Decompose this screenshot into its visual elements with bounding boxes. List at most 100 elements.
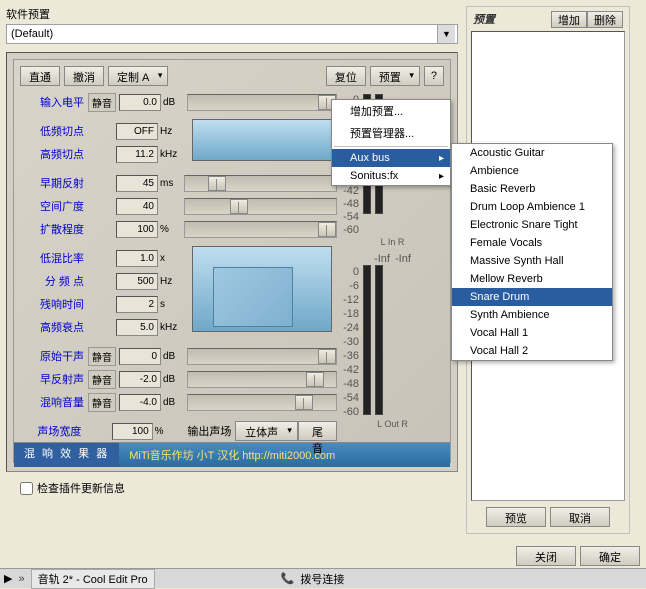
slider-10[interactable] [187, 348, 337, 365]
check-update-checkbox[interactable] [20, 482, 33, 495]
taskbar-app[interactable]: 音轨 2* - Cool Edit Pro [31, 569, 155, 589]
taskbar: ▶ » 音轨 2* - Cool Edit Pro 📞 拨号连接 [0, 568, 646, 588]
preset-menu: 增加预置... 预置管理器... Aux bus Sonitus:fx [331, 99, 451, 186]
setup-button[interactable]: 定制 A [108, 66, 168, 86]
dry-label: 原始干声 [20, 348, 84, 364]
slider-5[interactable] [184, 221, 337, 238]
submenu-item[interactable]: Basic Reverb [452, 180, 612, 198]
submenu-item[interactable]: Vocal Hall 1 [452, 324, 612, 342]
submenu-item[interactable]: Acoustic Guitar [452, 144, 612, 162]
submenu-item[interactable]: Vocal Hall 2 [452, 342, 612, 360]
check-update-label: 检查插件更新信息 [37, 480, 125, 496]
val-8[interactable]: 2 [116, 296, 158, 313]
val-0[interactable]: 0.0 [119, 94, 161, 111]
stwidth-label: 声场宽度 [20, 423, 81, 439]
unit-5: % [160, 224, 184, 235]
submenu-item[interactable]: Synth Ambience [452, 306, 612, 324]
submenu-item[interactable]: Female Vocals [452, 234, 612, 252]
preview-button[interactable]: 预览 [486, 507, 546, 527]
val-5[interactable]: 100 [116, 221, 158, 238]
bypass-button[interactable]: 直通 [20, 66, 60, 86]
input-level-label: 输入电平 [20, 94, 84, 110]
menu-sonitus[interactable]: Sonitus:fx [332, 167, 450, 185]
submenu-item[interactable]: Drum Loop Ambience 1 [452, 198, 612, 216]
preset-panel-title: 预置 [473, 11, 551, 27]
help-button[interactable]: ? [424, 66, 444, 86]
plugin-footer: 混 响 效 果 器 MiTi音乐作坊 小T 汉化 http://miti2000… [14, 442, 450, 467]
val-1[interactable]: OFF [116, 123, 158, 140]
close-button[interactable]: 关闭 [516, 546, 576, 566]
unit-0: dB [163, 97, 187, 108]
slider-0[interactable] [187, 94, 337, 111]
val-12[interactable]: -4.0 [119, 394, 161, 411]
reset-button[interactable]: 复位 [326, 66, 366, 86]
rev-label: 混响音量 [20, 394, 84, 410]
del-preset-button[interactable]: 删除 [587, 11, 623, 28]
unit-10: dB [163, 351, 187, 362]
decay-graph [192, 246, 332, 332]
submenu-item[interactable]: Snare Drum [452, 288, 612, 306]
menu-auxbus[interactable]: Aux bus [332, 149, 450, 167]
menu-add-preset[interactable]: 增加预置... [332, 100, 450, 122]
slider-3[interactable] [184, 175, 337, 192]
unit-11: dB [163, 374, 187, 385]
menu-preset-manager[interactable]: 预置管理器... [332, 122, 450, 144]
mute-button-11[interactable]: 静音 [88, 370, 116, 389]
unit-9: kHz [160, 322, 184, 333]
decay-label: 残响时间 [20, 296, 84, 312]
diff-label: 扩散程度 [20, 221, 84, 237]
er-label: 早反射声 [20, 371, 84, 387]
auxbus-submenu: Acoustic GuitarAmbienceBasic ReverbDrum … [451, 143, 613, 361]
unit-13: % [155, 426, 178, 437]
slider-4[interactable] [184, 198, 337, 215]
lowcut-label: 低频切点 [20, 123, 84, 139]
val-10[interactable]: 0 [119, 348, 161, 365]
soft-preset-label: 软件预置 [6, 6, 458, 22]
val-3[interactable]: 45 [116, 175, 158, 192]
xover-label: 分 频 点 [20, 273, 84, 289]
bass-label: 低混比率 [20, 250, 84, 266]
out-meter-L [363, 265, 371, 415]
damp-label: 高频衰点 [20, 319, 84, 335]
mute-button-0[interactable]: 静音 [88, 93, 116, 112]
slider-11[interactable] [187, 371, 337, 388]
cancel-button[interactable]: 取消 [550, 507, 610, 527]
out-meter-R [375, 265, 383, 415]
slider-12[interactable] [187, 394, 337, 411]
add-preset-button[interactable]: 增加 [551, 11, 587, 28]
ok-button[interactable]: 确定 [580, 546, 640, 566]
taskbar-dial[interactable]: 拨号连接 [300, 571, 344, 587]
width-label: 空间广度 [20, 198, 84, 214]
submenu-item[interactable]: Mellow Reverb [452, 270, 612, 288]
submenu-item[interactable]: Massive Synth Hall [452, 252, 612, 270]
preset-button[interactable]: 预置 [370, 66, 420, 86]
val-9[interactable]: 5.0 [116, 319, 158, 336]
unit-6: x [160, 253, 184, 264]
unit-8: s [160, 299, 184, 310]
undo-button[interactable]: 撤消 [64, 66, 104, 86]
eq-graph-1 [192, 119, 332, 161]
unit-1: Hz [160, 126, 184, 137]
val-7[interactable]: 500 [116, 273, 158, 290]
val-2[interactable]: 11.2 [116, 146, 158, 163]
val-4[interactable]: 40 [116, 198, 158, 215]
unit-7: Hz [160, 276, 184, 287]
unit-3: ms [160, 178, 184, 189]
unit-12: dB [163, 397, 187, 408]
early-label: 早期反射 [20, 175, 84, 191]
hicut-label: 高频切点 [20, 146, 84, 162]
val-11[interactable]: -2.0 [119, 371, 161, 388]
mute-button-10[interactable]: 静音 [88, 347, 116, 366]
submenu-item[interactable]: Ambience [452, 162, 612, 180]
taskbar-icon: ▶ [4, 572, 12, 585]
meter-out-label: L Out R [341, 419, 444, 429]
val-13[interactable]: 100 [112, 423, 152, 440]
submenu-item[interactable]: Electronic Snare Tight [452, 216, 612, 234]
mute-button-12[interactable]: 静音 [88, 393, 116, 412]
meter-in-label: L In R [341, 237, 444, 247]
preset-dropdown[interactable]: (Default) [6, 24, 458, 44]
tail-button[interactable]: 尾音 [298, 421, 337, 441]
val-6[interactable]: 1.0 [116, 250, 158, 267]
unit-2: kHz [160, 149, 184, 160]
stereo-button[interactable]: 立体声 [235, 421, 298, 441]
